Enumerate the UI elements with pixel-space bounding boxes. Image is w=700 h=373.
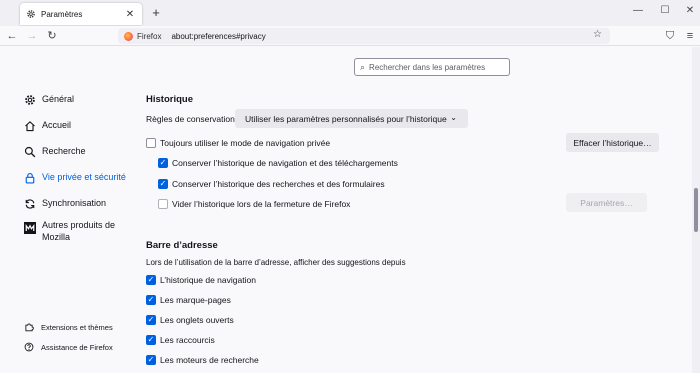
checkbox-label: Conserver l’historique de navigation et …	[172, 158, 398, 168]
url-bar[interactable]: Firefox about:preferences#privacy ☆	[118, 28, 610, 44]
clear-on-close-checkbox-row[interactable]: Vider l’historique lors de la fermeture …	[158, 199, 350, 209]
tab-title: Paramètres	[41, 9, 83, 19]
suggest-search-engines-checkbox-row[interactable]: ✓ Les moteurs de recherche	[146, 355, 259, 365]
gear-icon	[24, 94, 36, 106]
checkbox-label: Les moteurs de recherche	[160, 355, 259, 365]
checkbox-label: Les raccourcis	[160, 335, 215, 345]
firefox-logo-icon	[124, 31, 133, 41]
close-window-button[interactable]: ✕	[683, 5, 697, 16]
sidebar-item-label: Général	[42, 94, 75, 104]
suggest-history-checkbox-row[interactable]: ✓ L’historique de navigation	[146, 275, 256, 285]
keep-browsing-history-checkbox-row[interactable]: ✓ Conserver l’historique de navigation e…	[158, 158, 398, 168]
history-settings-button[interactable]: Paramètres…	[566, 193, 647, 212]
pocket-icon[interactable]: ⛉	[663, 29, 677, 43]
address-bar-description: Lors de l’utilisation de la barre d’adre…	[146, 258, 406, 267]
always-private-checkbox[interactable]	[146, 138, 156, 148]
settings-search[interactable]: ⌕	[354, 58, 510, 76]
suggest-search-engines-checkbox[interactable]: ✓	[146, 355, 156, 365]
suggest-open-tabs-checkbox-row[interactable]: ✓ Les onglets ouverts	[146, 315, 234, 325]
sidebar-extensions-label: Extensions et thèmes	[41, 322, 113, 332]
history-mode-dropdown[interactable]: Utiliser les paramètres personnalisés po…	[235, 109, 468, 128]
history-heading: Historique	[146, 94, 193, 105]
sidebar-item-label: Synchronisation	[42, 198, 107, 208]
checkbox-label: Les onglets ouverts	[160, 315, 234, 325]
always-private-checkbox-row[interactable]: Toujours utiliser le mode de navigation …	[146, 138, 330, 148]
history-mode-value: Utiliser les paramètres personnalisés po…	[245, 113, 447, 124]
maximize-button[interactable]: ☐	[658, 5, 672, 16]
preferences-page: ⌕ Général Accueil Recherche Vie privée e…	[0, 47, 700, 373]
scrollbar-thumb[interactable]	[694, 188, 698, 232]
checkbox-label: Vider l’historique lors de la fermeture …	[172, 199, 351, 209]
sidebar-item-label: Recherche	[42, 146, 86, 156]
keep-search-history-checkbox[interactable]: ✓	[158, 179, 168, 189]
home-icon	[24, 120, 36, 132]
search-icon	[24, 146, 36, 158]
settings-search-input[interactable]	[369, 62, 500, 72]
keep-browsing-history-checkbox[interactable]: ✓	[158, 158, 168, 168]
sidebar-item-home[interactable]: Accueil	[24, 120, 71, 132]
suggest-shortcuts-checkbox-row[interactable]: ✓ Les raccourcis	[146, 335, 215, 345]
reload-button[interactable]: ↻	[45, 29, 59, 43]
sidebar-item-general[interactable]: Général	[24, 94, 74, 106]
suggest-history-checkbox[interactable]: ✓	[146, 275, 156, 285]
tab-parametres[interactable]: Paramètres ✕	[20, 3, 142, 25]
suggest-bookmarks-checkbox-row[interactable]: ✓ Les marque-pages	[146, 295, 231, 305]
history-rules-label: Règles de conservation	[146, 114, 235, 124]
checkbox-label: Les marque-pages	[160, 295, 231, 305]
forward-button[interactable]: →	[25, 29, 39, 43]
sidebar-item-label: Autres produits de Mozilla	[42, 220, 116, 242]
url-text[interactable]: about:preferences#privacy	[171, 32, 265, 41]
navigation-toolbar: ← → ↻ Firefox about:preferences#privacy …	[0, 26, 700, 46]
minimize-button[interactable]: —	[631, 5, 645, 16]
sidebar-item-label: Accueil	[42, 120, 72, 130]
address-bar-heading: Barre d’adresse	[146, 240, 218, 251]
checkbox-label: Conserver l’historique des recherches et…	[172, 179, 385, 189]
search-icon: ⌕	[360, 61, 366, 72]
keep-search-history-checkbox-row[interactable]: ✓ Conserver l’historique des recherches …	[158, 179, 385, 189]
gear-icon	[26, 9, 36, 19]
sidebar-support-label: Assistance de Firefox	[41, 342, 113, 352]
bookmark-star-icon[interactable]: ☆	[593, 29, 602, 40]
sidebar-item-label: Vie privée et sécurité	[42, 172, 126, 182]
tab-strip: Paramètres ✕ + — ☐ ✕	[0, 0, 700, 26]
sidebar-item-sync[interactable]: Synchronisation	[24, 198, 106, 210]
clear-history-button[interactable]: Effacer l’historique…	[566, 133, 659, 152]
suggest-bookmarks-checkbox[interactable]: ✓	[146, 295, 156, 305]
sidebar-firefox-support[interactable]: Assistance de Firefox	[24, 342, 113, 352]
sidebar-extensions-themes[interactable]: Extensions et thèmes	[24, 322, 113, 332]
sidebar-item-search[interactable]: Recherche	[24, 146, 86, 158]
help-icon	[24, 342, 34, 352]
suggest-open-tabs-checkbox[interactable]: ✓	[146, 315, 156, 325]
puzzle-icon	[24, 322, 34, 332]
menu-icon[interactable]: ≡	[683, 29, 697, 43]
chevron-down-icon: ⌄	[450, 113, 457, 122]
clear-on-close-checkbox[interactable]	[158, 199, 168, 209]
checkbox-label: Toujours utiliser le mode de navigation …	[160, 138, 331, 148]
lock-icon	[24, 172, 36, 184]
sync-icon	[24, 198, 36, 210]
sidebar-item-mozilla-products[interactable]: Autres produits de Mozilla	[24, 219, 124, 243]
identity-label[interactable]: Firefox	[137, 32, 161, 41]
suggest-shortcuts-checkbox[interactable]: ✓	[146, 335, 156, 345]
new-tab-button[interactable]: +	[150, 5, 162, 20]
close-tab-icon[interactable]: ✕	[124, 9, 136, 20]
checkbox-label: L’historique de navigation	[160, 275, 256, 285]
back-button[interactable]: ←	[5, 29, 19, 43]
mozilla-m-icon	[24, 222, 36, 234]
sidebar-item-privacy[interactable]: Vie privée et sécurité	[24, 172, 126, 184]
